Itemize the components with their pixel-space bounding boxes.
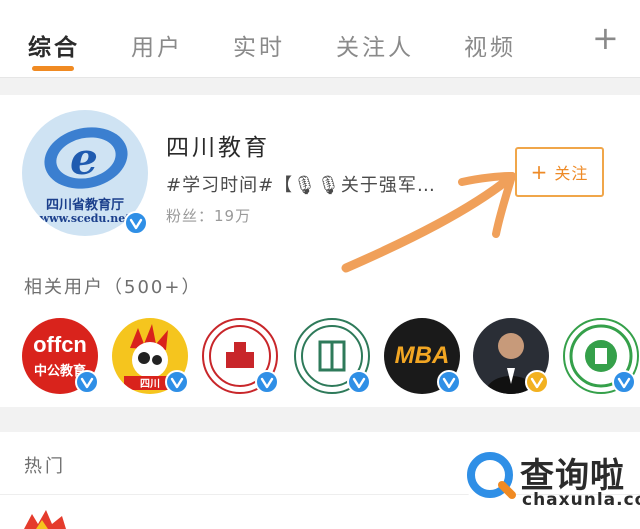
verified-badge-icon (165, 370, 189, 394)
hot-section-label[interactable]: 热门 (24, 452, 66, 478)
follow-label: 关注 (554, 164, 589, 183)
avatar-logo-text: 四川省教育厅 (45, 198, 124, 213)
plus-icon: + (530, 160, 549, 184)
verified-badge-icon (612, 370, 636, 394)
verified-badge-icon (255, 370, 279, 394)
verified-badge-gold-icon (525, 370, 549, 394)
verified-badge-icon (75, 370, 99, 394)
watermark-url: chaxunla.com (522, 490, 640, 510)
svg-text:e: e (70, 134, 98, 185)
tab-bar: 综合 用户 实时 关注人 视频 + (0, 0, 640, 78)
user-name[interactable]: 四川教育 (166, 128, 270, 162)
verified-badge-icon (124, 211, 148, 235)
plus-icon[interactable]: + (592, 22, 619, 54)
hot-item-thumbnail-icon[interactable] (22, 508, 82, 529)
active-tab-indicator (32, 66, 74, 71)
tab-users[interactable]: 用户 (131, 28, 183, 62)
related-users-label[interactable]: 相关用户（500+） (24, 273, 201, 299)
verified-badge-icon (347, 370, 371, 394)
tab-comprehensive[interactable]: 综合 (28, 28, 80, 62)
education-logo-icon: e (44, 127, 128, 189)
user-description: #学习时间#【🎙🎙关于强军… (166, 175, 436, 196)
tab-following[interactable]: 关注人 (336, 28, 414, 62)
watermark-logo-icon (462, 447, 520, 505)
follow-button[interactable]: + 关注 (515, 147, 604, 197)
tab-realtime[interactable]: 实时 (233, 28, 285, 62)
user-fans-count: 粉丝：19万 (166, 207, 252, 225)
tab-video[interactable]: 视频 (464, 28, 516, 62)
verified-badge-icon (437, 370, 461, 394)
